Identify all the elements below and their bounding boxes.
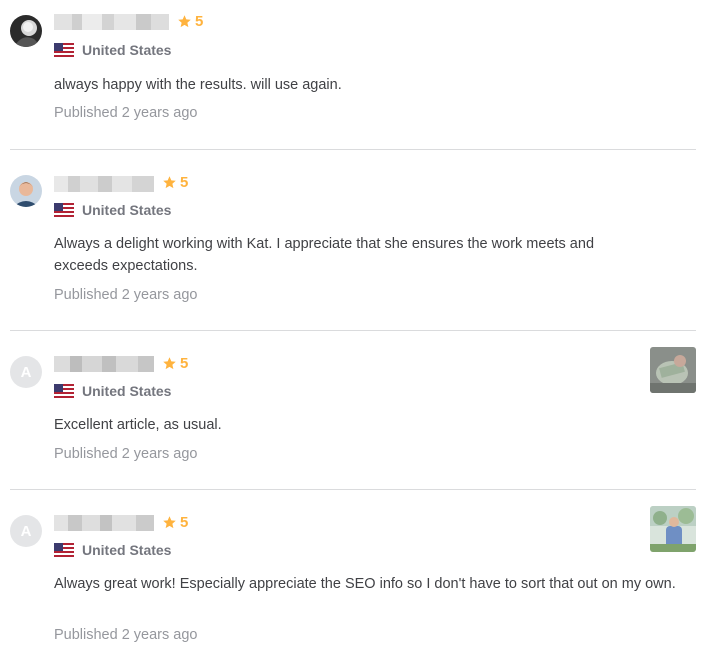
reviews-list: 5 United States always happy with the re… [0,0,709,665]
review-rating: 5 [177,13,203,30]
review-comment: Always a delight working with Kat. I app… [54,236,595,274]
reviewer-name-blurred [54,356,154,372]
review-rating: 5 [162,355,188,372]
review-item: 5 United States Always a delight working… [10,149,696,331]
review-attachment-thumbnail[interactable] [650,347,696,393]
review-item: 5 United States always happy with the re… [10,0,696,150]
review-rating: 5 [162,514,188,531]
country-name: United States [82,542,172,558]
reviewer-avatar[interactable]: A [10,356,42,388]
review-published-date: Published 2 years ago [54,287,198,303]
rating-value: 5 [180,514,189,531]
review-comment: always happy with the results. will use … [54,77,342,93]
review-attachment-thumbnail[interactable] [650,506,696,552]
reviewer-country: United States [54,383,171,399]
review-published-date: Published 2 years ago [54,105,198,121]
reviewer-country: United States [54,542,171,558]
star-icon [163,357,176,370]
rating-value: 5 [195,13,204,30]
us-flag-icon [54,203,74,217]
rating-value: 5 [180,174,189,191]
reviewer-avatar[interactable] [10,175,42,207]
review-comment: Excellent article, as usual. [54,417,222,433]
us-flag-icon [54,43,74,57]
star-icon [178,15,191,28]
country-name: United States [82,383,172,399]
reviewer-name-blurred [54,176,154,192]
review-rating: 5 [162,174,188,191]
reviewer-name-blurred [54,14,169,30]
country-name: United States [82,42,172,58]
us-flag-icon [54,384,74,398]
review-published-date: Published 2 years ago [54,627,198,643]
review-item: A 5 United States Always great work! Esp… [10,489,696,666]
star-icon [163,516,176,529]
review-item: A 5 United States Excellent article, as … [10,330,696,490]
reviewer-avatar[interactable]: A [10,515,42,547]
reviewer-country: United States [54,42,171,58]
review-published-date: Published 2 years ago [54,446,198,462]
country-name: United States [82,202,172,218]
reviewer-name-blurred [54,515,154,531]
rating-value: 5 [180,355,189,372]
reviewer-country: United States [54,202,171,218]
us-flag-icon [54,543,74,557]
reviewer-avatar[interactable] [10,15,42,47]
star-icon [163,176,176,189]
review-comment: Always great work! Especially appreciate… [54,576,676,592]
